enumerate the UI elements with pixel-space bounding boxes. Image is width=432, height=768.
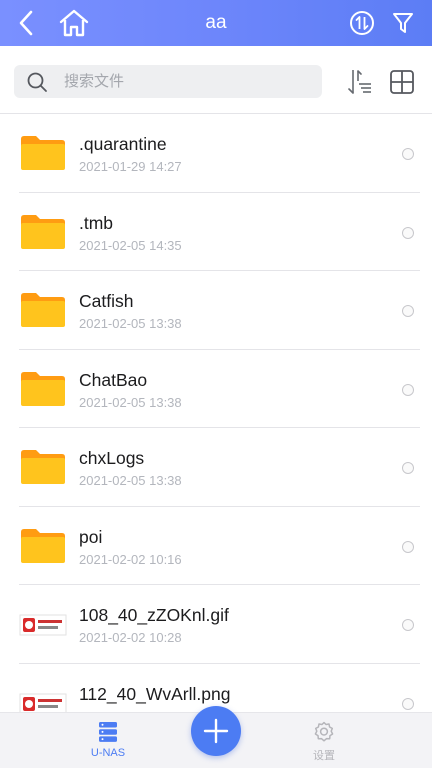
- file-list-item[interactable]: chxLogs 2021-02-05 13:38: [0, 428, 432, 507]
- app-root: aa 搜索文件 .quarantine 2021-01-29 14:27 .tm…: [0, 0, 432, 768]
- file-date: 2021-02-02 10:28: [79, 630, 182, 645]
- add-button[interactable]: [191, 706, 241, 756]
- file-date: 2021-02-05 14:35: [79, 237, 182, 253]
- folder-icon: [21, 136, 65, 170]
- search-icon: [27, 72, 47, 92]
- file-list-item[interactable]: Catfish 2021-02-05 13:38: [0, 271, 432, 350]
- file-list-item[interactable]: ChatBao 2021-02-05 13:38: [0, 350, 432, 429]
- tab-u-nas-label: U-NAS: [90, 747, 126, 759]
- folder-icon: [21, 371, 65, 406]
- gear-icon: [314, 721, 334, 742]
- file-list-item[interactable]: 112_40_WvArll.png2021-02-02 10:28: [0, 664, 432, 712]
- page-title: aa: [205, 12, 227, 33]
- select-checkbox[interactable]: [402, 383, 414, 396]
- file-list-item[interactable]: 108_40_zZOKnl.gif 2021-02-02 10:28: [0, 585, 432, 664]
- file-list-item[interactable]: .tmb 2021-02-05 14:35: [0, 193, 432, 272]
- select-checkbox[interactable]: [402, 462, 414, 474]
- file-list: .quarantine 2021-01-29 14:27 .tmb 2021-02-0…: [0, 114, 432, 712]
- select-checkbox[interactable]: [402, 697, 414, 710]
- filter-button[interactable]: [388, 0, 418, 46]
- folder-icon: [21, 293, 65, 327]
- file-date: 2021-02-02 10:16: [79, 551, 182, 567]
- sort-list-button[interactable]: [346, 68, 374, 96]
- file-name: .quarantine: [79, 134, 167, 154]
- grid-view-button[interactable]: [388, 68, 416, 96]
- search-placeholder: 搜索文件: [64, 73, 125, 90]
- file-date: 2021-02-05 13:38: [79, 473, 182, 488]
- sort-list-icon: [348, 70, 371, 94]
- server-icon: [99, 722, 117, 742]
- file-date: 2021-02-05 13:38: [79, 394, 182, 410]
- file-name: ChatBao: [79, 369, 148, 390]
- file-name: chxLogs: [79, 448, 145, 468]
- folder-icon: [21, 528, 65, 563]
- file-name: .tmb: [79, 212, 114, 233]
- search-toolbar: 搜索文件: [0, 46, 432, 114]
- tab-settings-label: 设置: [313, 750, 335, 762]
- filter-icon: [393, 13, 413, 33]
- file-name: 112_40_WvArll.png: [79, 683, 231, 704]
- select-checkbox[interactable]: [402, 305, 414, 317]
- back-button[interactable]: [10, 0, 42, 46]
- sort-button[interactable]: [346, 0, 378, 46]
- tab-u-nas[interactable]: U-NAS: [58, 713, 158, 768]
- plus-icon: [203, 718, 229, 744]
- home-icon: [59, 9, 89, 37]
- search-input[interactable]: 搜索文件: [14, 65, 322, 98]
- select-checkbox[interactable]: [402, 148, 414, 160]
- tab-settings[interactable]: 设置: [274, 713, 374, 768]
- chevron-left-icon: [19, 10, 33, 36]
- top-bar: aa: [0, 0, 432, 46]
- select-checkbox[interactable]: [402, 619, 414, 631]
- file-list-item[interactable]: .quarantine 2021-01-29 14:27: [0, 114, 432, 193]
- select-checkbox[interactable]: [402, 540, 414, 553]
- select-checkbox[interactable]: [402, 226, 414, 239]
- file-name: 108_40_zZOKnl.gif: [79, 605, 229, 625]
- folder-icon: [21, 214, 65, 249]
- file-date: 2021-01-29 14:27: [79, 159, 182, 174]
- file-name: Catfish: [79, 291, 134, 311]
- image-thumbnail-icon: [19, 693, 67, 712]
- folder-icon: [21, 450, 65, 484]
- sort-circle-icon: [350, 11, 374, 35]
- image-thumbnail-icon: [19, 614, 67, 636]
- file-name: poi: [79, 526, 103, 547]
- grid-view-icon: [390, 70, 414, 94]
- file-date: 2021-02-05 13:38: [79, 316, 182, 331]
- file-list-item[interactable]: poi 2021-02-02 10:16: [0, 507, 432, 586]
- home-button[interactable]: [56, 0, 92, 46]
